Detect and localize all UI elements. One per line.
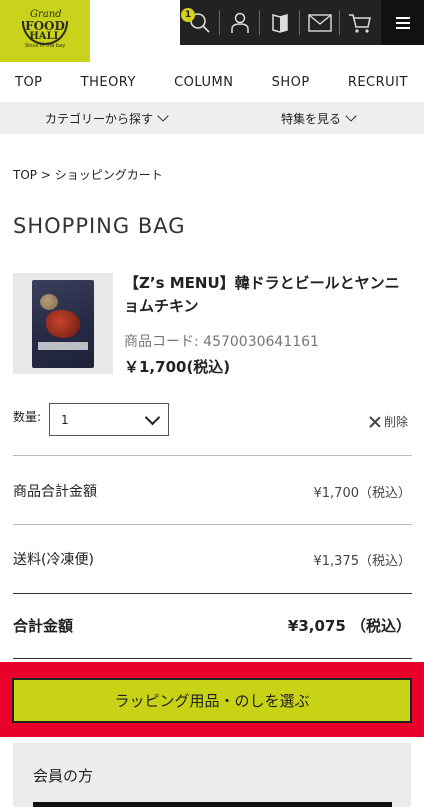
cart-count-badge: 1 [181,8,195,22]
nav-item-top[interactable]: TOP [15,75,43,90]
package-label-shape [38,341,88,350]
divider [13,455,412,456]
wrapping-cta-section: ラッピング用品・のしを選ぶ [0,662,424,737]
search-button[interactable] [180,0,220,45]
site-header: Grand FOOD HALL Since in the bay 1 [0,0,424,62]
category-dropdown[interactable]: カテゴリーから探す [0,102,212,134]
category-dropdown-label: カテゴリーから探す [44,111,153,126]
product-name[interactable]: 【Z’s MENU】韓ドラとビールとヤンニョムチキン [124,272,414,318]
delete-item-button[interactable]: 削除 [369,413,408,430]
nav-item-shop[interactable]: SHOP [272,75,310,90]
chevron-down-icon [157,110,169,122]
site-logo[interactable]: Grand FOOD HALL Since in the bay [0,0,90,62]
hamburger-menu-button[interactable] [381,0,424,45]
member-login-section: 会員の方 [13,743,411,807]
select-wrapping-button[interactable]: ラッピング用品・のしを選ぶ [12,678,412,723]
chevron-down-icon [144,409,161,426]
total-label: 合計金額 [13,617,74,635]
cart-icon [349,13,371,33]
page-title: SHOPPING BAG [13,214,186,238]
product-image[interactable] [13,273,113,374]
package-food-shape [40,293,58,310]
product-price: ￥1,700(税込) [124,358,231,376]
total-value: ¥3,075 （税込） [287,617,411,635]
contact-button[interactable] [300,0,340,45]
breadcrumb[interactable]: TOP > ショッピングカート [13,166,163,183]
main-nav: TOP THEORY COLUMN SHOP RECRUIT [0,62,424,102]
package-chicken-shape [46,309,80,338]
shipping-value: ¥1,375（税込） [313,554,412,569]
user-icon [231,12,249,33]
nav-item-column[interactable]: COLUMN [174,75,233,90]
feature-dropdown[interactable]: 特集を見る [212,102,424,134]
delete-label: 削除 [384,415,409,429]
close-icon [369,416,380,427]
member-section-title: 会員の方 [33,767,94,785]
chevron-down-icon [345,110,357,122]
sub-nav: カテゴリーから探す 特集を見る [0,102,424,134]
logo-tagline: Since in the bay [24,43,66,49]
favorites-button[interactable] [260,0,300,45]
divider [13,593,412,594]
cart-button[interactable] [340,0,380,45]
member-login-button[interactable] [33,802,392,807]
quantity-value: 1 [61,412,69,427]
menu-icon-bar [395,26,410,29]
feature-dropdown-label: 特集を見る [280,111,341,126]
account-button[interactable] [220,0,260,45]
product-code: 商品コード: 4570030641161 [124,334,319,350]
mail-icon [308,13,332,32]
menu-icon-bar [395,21,410,24]
divider [13,658,412,659]
quantity-select[interactable]: 1 [49,403,169,436]
logo-badge: Grand FOOD HALL Since in the bay [12,9,78,53]
logo-line-hall: HALL [29,31,61,42]
bookmark-icon [272,13,288,33]
subtotal-label: 商品合計金額 [13,484,97,500]
product-package-illustration [32,279,94,368]
divider [13,524,412,525]
nav-item-recruit[interactable]: RECRUIT [348,75,408,90]
nav-item-theory[interactable]: THEORY [81,75,136,90]
menu-icon-bar [395,16,410,19]
subtotal-value: ¥1,700（税込） [313,486,412,501]
quantity-label: 数量: [13,410,42,424]
shipping-label: 送料(冷凍便) [13,552,94,568]
